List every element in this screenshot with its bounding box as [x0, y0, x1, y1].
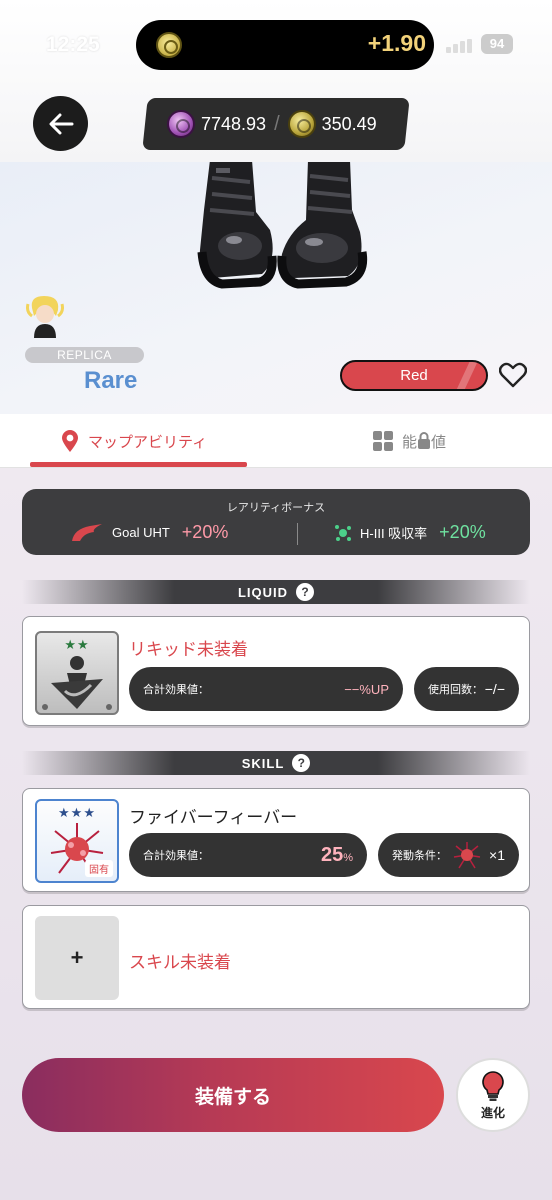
- skill-effect-pill: 合計効果値： 25%: [129, 833, 367, 877]
- currency-display[interactable]: 7748.93 / 350.49: [145, 98, 407, 150]
- skill-effect-value-wrap: 25%: [321, 844, 353, 867]
- skill-effect-label: 合計効果値：: [143, 850, 209, 862]
- liquid-section-header: LIQUID ?: [22, 580, 530, 604]
- owner-avatar[interactable]: [26, 294, 64, 338]
- liquid-help-button[interactable]: ?: [296, 583, 315, 601]
- dynamic-island: +1.90: [136, 20, 434, 70]
- liquid-uses-label: 使用回数：: [428, 684, 483, 696]
- empty-skill-slot-card[interactable]: + スキル未装着: [22, 905, 530, 1009]
- boots-image: [197, 162, 368, 289]
- evolve-button[interactable]: 進化: [456, 1058, 530, 1132]
- skill-title: ファイバーフィーバー: [129, 808, 298, 827]
- tab-ability-values[interactable]: 能 値: [372, 414, 446, 468]
- liquid-title: リキッド未装着: [129, 640, 248, 659]
- lock-icon: [418, 432, 431, 449]
- skill-effect-unit: %: [343, 851, 353, 864]
- map-pin-icon: [62, 430, 78, 452]
- equip-button[interactable]: 装備する: [22, 1058, 444, 1132]
- skill-section-label: SKILL: [241, 755, 285, 771]
- liquid-figure-icon: [42, 656, 112, 710]
- item-preview: REPLICA Rare Red: [0, 162, 552, 414]
- equip-button-label: 装備する: [194, 1086, 271, 1108]
- purple-token-icon: [167, 110, 195, 138]
- bonus-left-value: +20%: [181, 522, 229, 542]
- flame-swoosh-icon: [72, 523, 102, 541]
- battery-icon: 94: [481, 34, 513, 54]
- tier-tag: REPLICA: [25, 347, 144, 363]
- coin-icon: [156, 32, 182, 58]
- evolve-label: 進化: [480, 1105, 505, 1120]
- tab-map-ability[interactable]: マップアビリティ: [60, 414, 207, 468]
- tab-map-ability-label: マップアビリティ: [88, 433, 208, 451]
- skill-section-header: SKILL ?: [22, 751, 530, 775]
- gold-token-icon: [287, 110, 316, 138]
- molecule-icon: [335, 524, 351, 541]
- liquid-uses-value: −/−: [484, 681, 505, 697]
- bonus-absorption: H-III 吸収率 +20%: [334, 522, 486, 543]
- color-selector[interactable]: Red: [340, 360, 488, 391]
- rarity-bonus-card: レアリティボーナス Goal UHT +20% H-III 吸収率 +20%: [22, 489, 530, 555]
- favorite-heart-icon[interactable]: [499, 362, 527, 388]
- island-earnings: +1.90: [367, 30, 426, 56]
- bonus-goal-uht: Goal UHT +20%: [70, 522, 228, 543]
- currency-a-value: 7748.93: [201, 113, 267, 134]
- tab-ability-prefix: 能: [402, 433, 418, 451]
- empty-skill-thumb: +: [35, 916, 119, 1000]
- bonus-title: レアリティボーナス: [226, 502, 326, 514]
- bonus-right-value: +20%: [439, 522, 486, 542]
- tab-ability-suffix: 値: [431, 433, 447, 451]
- liquid-effect-value: −−%UP: [344, 681, 389, 697]
- skill-effect-value: 25: [320, 843, 344, 866]
- skill-condition-value: ×1: [489, 847, 505, 863]
- currency-separator: /: [274, 112, 280, 135]
- liquid-section-label: LIQUID: [237, 584, 289, 600]
- firework-mini-icon: [453, 842, 481, 869]
- bonus-divider: [297, 523, 298, 545]
- skill-condition-label: 発動条件：: [392, 850, 447, 862]
- bonus-left-label: Goal UHT: [112, 525, 170, 540]
- liquid-effect-pill: 合計効果値： −−%UP: [129, 667, 403, 711]
- back-button[interactable]: [33, 96, 88, 151]
- skill-slot-thumb: ★★★ 固有: [35, 799, 119, 883]
- rarity-label: Rare: [84, 367, 138, 394]
- liquid-slot-thumb: ★★: [35, 631, 119, 715]
- liquid-effect-label: 合計効果値：: [143, 684, 209, 696]
- arrow-left-icon: [49, 113, 73, 134]
- bonus-right-label: H-III 吸収率: [360, 526, 428, 541]
- inherent-badge: 固有: [85, 860, 113, 877]
- color-label: Red: [400, 367, 428, 384]
- skill-help-button[interactable]: ?: [292, 754, 311, 772]
- skill-condition-pill: 発動条件： ×1: [378, 833, 519, 877]
- empty-skill-title: スキル未装着: [129, 953, 231, 972]
- liquid-uses-pill: 使用回数： −/−: [414, 667, 519, 711]
- tab-bar: マップアビリティ 能 値: [0, 414, 552, 468]
- active-tab-indicator: [30, 462, 247, 467]
- currency-b-value: 350.49: [321, 113, 377, 134]
- grid-icon: [373, 431, 393, 451]
- signal-icon: [446, 39, 474, 53]
- liquid-slot-card[interactable]: ★★ リキッド未装着 合計効果値： −−%UP 使用回数： −/−: [22, 616, 530, 726]
- skill-slot-card[interactable]: ★★★ 固有 ファイバーフィーバー 合計効果値： 25% 発動条件： ×1: [22, 788, 530, 892]
- lightbulb-icon: [482, 1070, 504, 1101]
- status-time: 12:25: [46, 33, 100, 56]
- add-skill-plus-icon: +: [70, 945, 84, 970]
